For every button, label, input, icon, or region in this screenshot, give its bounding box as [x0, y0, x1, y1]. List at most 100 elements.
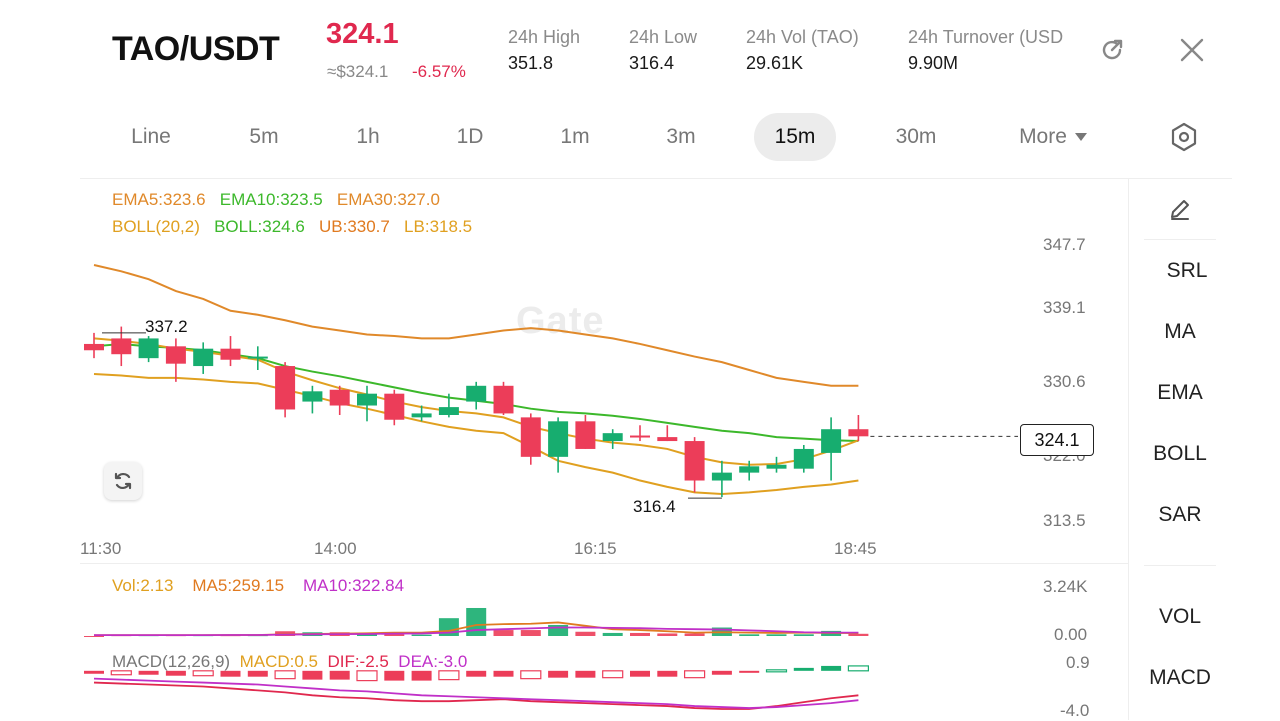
refresh-icon [114, 472, 132, 490]
macd-histogram-bar [765, 669, 788, 673]
macd-histogram-bar [329, 670, 350, 680]
volume-bar [602, 632, 623, 636]
candle-body [520, 417, 541, 457]
candle-body [848, 429, 869, 437]
indicator-vol[interactable]: VOL [1130, 605, 1230, 629]
macd-value-label: MACD:0.5 [239, 652, 318, 671]
macd-histogram-bar [520, 670, 542, 680]
candle-body [793, 448, 814, 469]
indicator-ema[interactable]: EMA [1130, 381, 1230, 405]
volume-bar [684, 633, 705, 636]
macd-histogram-bar [548, 670, 569, 678]
volume-bar [630, 632, 650, 636]
candle-body [821, 429, 842, 453]
macd-histogram-bar [821, 665, 842, 671]
time-axis-tick: 11:30 [80, 539, 122, 558]
price-axis-tick: 339.1 [1043, 298, 1086, 317]
macd-histogram-bar [793, 667, 814, 671]
candle-body [602, 433, 623, 442]
volume-bar [84, 636, 104, 637]
candle-body [548, 421, 569, 457]
macd-histogram-bar [711, 670, 732, 675]
candle-body [357, 393, 377, 406]
pencil-icon [1171, 200, 1189, 220]
current-price-tag[interactable]: 324.1 [1020, 424, 1094, 456]
candle-body [275, 366, 296, 410]
candle-body [466, 385, 487, 402]
time-axis-tick: 16:15 [574, 539, 617, 558]
macd-histogram-bar [657, 670, 678, 677]
candle-body [575, 421, 596, 449]
candle-body [657, 437, 678, 442]
volume-bar [575, 631, 596, 636]
macd-dea-line [93, 677, 859, 709]
candle-body [766, 464, 787, 469]
macd-histogram-bar [630, 670, 650, 677]
macd-histogram-bar [847, 665, 870, 672]
volume-axis-tick: 0.00 [1054, 625, 1088, 644]
macd-dif-label: DIF:-2.5 [327, 652, 389, 671]
volume-bar [739, 634, 760, 636]
candle-body [684, 441, 705, 481]
macd-legend: MACD(12,26,9) MACD:0.5 DIF:-2.5 DEA:-3.0 [112, 652, 467, 672]
macd-histogram-bar [466, 670, 487, 677]
candle-body [384, 393, 405, 420]
volume-bar [766, 634, 787, 636]
candle-body [329, 389, 350, 406]
macd-histogram-bar [356, 670, 378, 682]
candlestick-chart[interactable] [0, 0, 1280, 720]
macd-histogram-bar [602, 670, 624, 679]
drawing-tool-button[interactable] [1163, 192, 1197, 226]
candle-body [247, 356, 268, 359]
indicator-boll[interactable]: BOLL [1130, 442, 1230, 466]
price-axis-tick: 347.7 [1043, 235, 1086, 254]
candle-body [165, 346, 186, 364]
indicator-ma[interactable]: MA [1130, 320, 1230, 344]
candle-body [138, 338, 159, 359]
side-divider [1144, 239, 1216, 240]
volume-bar [493, 630, 514, 636]
volume-bar [793, 634, 814, 636]
candle-body [739, 466, 760, 473]
candle-body [493, 385, 514, 414]
time-axis-tick: 14:00 [314, 539, 357, 558]
volume-bar [657, 633, 678, 636]
candle-body [711, 472, 732, 481]
macd-axis-tick: 0.9 [1066, 653, 1090, 672]
candle-body [193, 348, 214, 367]
candle-body [411, 413, 432, 418]
candle-body [438, 407, 459, 415]
macd-dif-line [93, 681, 859, 710]
candle-body [111, 338, 132, 355]
macd-histogram-bar [739, 670, 760, 673]
macd-histogram-bar [84, 670, 104, 674]
macd-histogram-bar [302, 670, 323, 680]
reset-zoom-button[interactable] [104, 462, 142, 500]
macd-params-label: MACD(12,26,9) [112, 652, 231, 671]
indicator-sar[interactable]: SAR [1130, 503, 1230, 527]
indicator-srl[interactable]: SRL [1137, 259, 1237, 283]
macd-histogram-bar [384, 670, 405, 681]
side-divider [1144, 565, 1216, 566]
volume-bar [848, 633, 869, 636]
volume-bar [466, 607, 487, 636]
candle-body [220, 348, 241, 360]
price-axis-tick: 330.6 [1043, 372, 1086, 391]
low-annotation: 316.4 [633, 497, 676, 516]
macd-axis-tick: -4.0 [1060, 701, 1090, 720]
macd-dea-label: DEA:-3.0 [398, 652, 468, 671]
candle-body [302, 391, 323, 402]
price-axis-tick: 313.5 [1043, 511, 1086, 530]
candle-body [84, 343, 104, 351]
macd-histogram-bar [438, 670, 460, 681]
macd-histogram-bar [411, 670, 432, 681]
high-annotation: 337.2 [145, 317, 188, 336]
volume-axis-tick: 3.24K [1043, 577, 1088, 596]
volume-bar [520, 630, 541, 636]
indicator-macd[interactable]: MACD [1130, 666, 1230, 690]
time-axis-tick: 18:45 [834, 539, 877, 558]
macd-histogram-bar [575, 670, 596, 678]
macd-histogram-bar [683, 670, 706, 679]
ema30-line [93, 264, 859, 387]
macd-histogram-bar [493, 670, 514, 677]
